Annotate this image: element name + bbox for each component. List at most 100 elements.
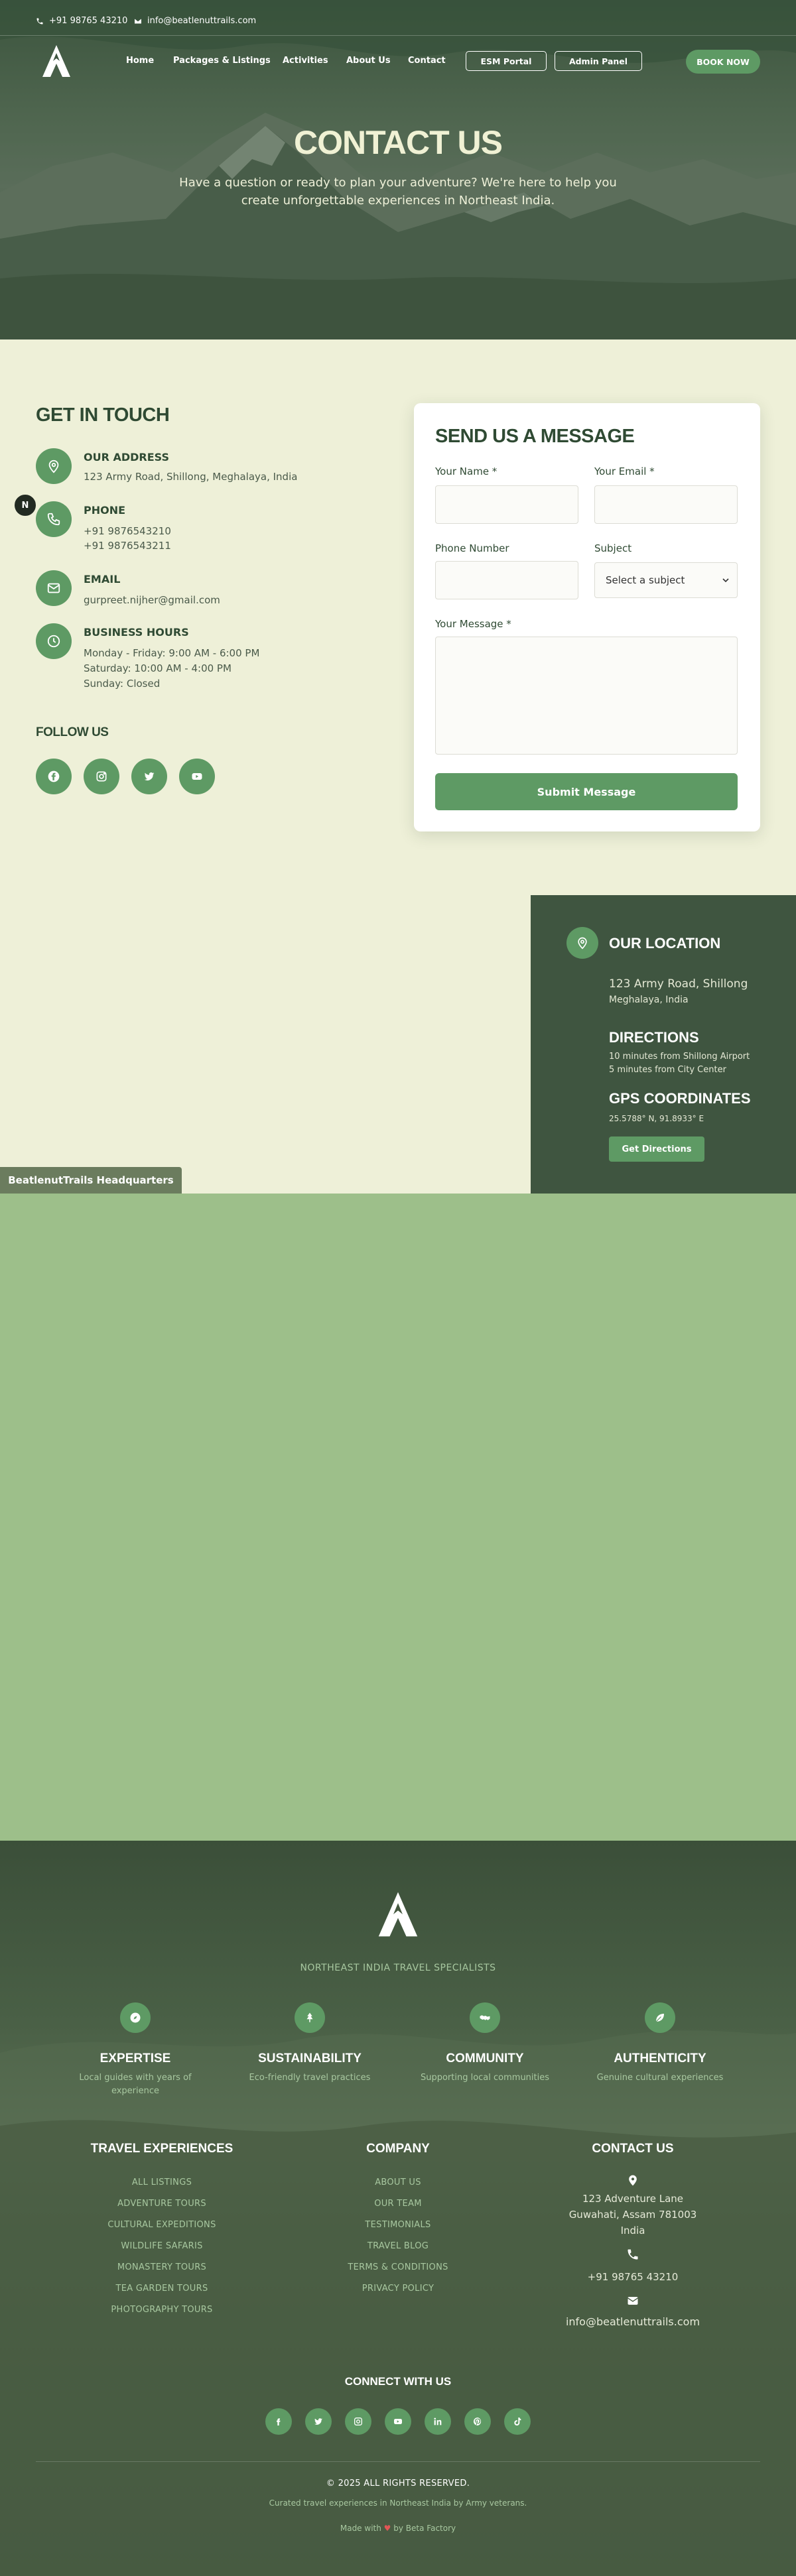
directions-airport: 10 minutes from Shillong Airport (609, 1052, 750, 1062)
send-message-title: SEND US A MESSAGE (435, 426, 635, 447)
gps-coordinates: 25.5788° N, 91.8933° E (609, 1114, 704, 1123)
esm-portal-button[interactable]: ESM Portal (466, 51, 547, 71)
youtube-icon (192, 773, 202, 780)
nav-link-about[interactable]: About Us (346, 56, 391, 66)
footer-link-tea-garden-tours[interactable]: TEA GARDEN TOURS (49, 2284, 275, 2294)
footer-instagram-button[interactable] (345, 2408, 371, 2435)
facebook-button[interactable] (36, 759, 72, 794)
envelope-icon (135, 19, 141, 23)
feature-title-sustainability: SUSTAINABILITY (258, 2052, 362, 2065)
page-title: CONTACT US (293, 124, 503, 161)
email-icon-circle (36, 570, 72, 606)
footer-link-monastery-tours[interactable]: MONASTERY TOURS (49, 2262, 275, 2272)
footer-link-photography-tours[interactable]: PHOTOGRAPHY TOURS (49, 2305, 275, 2315)
nav-link-activities[interactable]: Activities (283, 56, 328, 66)
floating-n-badge[interactable]: N (13, 493, 37, 517)
leaf-icon (655, 2014, 664, 2022)
copyright-text: © 2025 ALL RIGHTS RESERVED. (326, 2479, 470, 2488)
subject-select[interactable]: Select a subject (594, 562, 738, 598)
admin-panel-button[interactable]: Admin Panel (555, 51, 642, 71)
footer-link-cultural-expeditions[interactable]: CULTURAL EXPEDITIONS (49, 2220, 275, 2230)
location-address-1: 123 Army Road, Shillong (609, 977, 748, 991)
linkedin-icon (434, 2418, 442, 2425)
brand-logo[interactable] (41, 44, 72, 78)
feature-desc-expertise: Local guides with years of experience (79, 2073, 192, 2096)
feature-desc-authenticity: Genuine cultural experiences (596, 2073, 724, 2083)
footer-link-our-team[interactable]: OUR TEAM (285, 2199, 511, 2209)
name-input[interactable] (435, 485, 578, 524)
submit-message-button[interactable]: Submit Message (435, 773, 738, 810)
footer-brand-logo[interactable] (377, 1890, 419, 1939)
name-label: Your Name * (435, 465, 498, 477)
message-textarea[interactable] (435, 637, 738, 755)
footer-linkedin-button[interactable] (425, 2408, 451, 2435)
community-icon-circle (470, 2002, 500, 2033)
topbar-phone[interactable]: +91 98765 43210 (36, 16, 127, 26)
footer-link-testimonials[interactable]: TESTIMONIALS (285, 2220, 511, 2230)
footer-facebook-button[interactable] (265, 2408, 292, 2435)
facebook-icon (48, 770, 60, 782)
footer-pinterest-button[interactable] (464, 2408, 491, 2435)
nav-link-packages[interactable]: Packages & Listings (173, 56, 271, 66)
twitter-icon (314, 2418, 322, 2425)
email-input[interactable] (594, 485, 738, 524)
authenticity-icon-circle (645, 2002, 675, 2033)
map-placeholder[interactable] (0, 1194, 796, 1841)
hours-sunday: Sunday: Closed (84, 678, 161, 690)
envelope-icon (47, 583, 60, 593)
instagram-icon (96, 771, 107, 782)
footer-tiktok-button[interactable] (504, 2408, 531, 2435)
footer-address-line-2: Guwahati, Assam 781003 (568, 2209, 697, 2221)
footer-link-privacy[interactable]: PRIVACY POLICY (285, 2284, 511, 2294)
footer-link-about-us[interactable]: ABOUT US (285, 2177, 511, 2187)
curated-text: Curated travel experiences in Northeast … (269, 2498, 527, 2508)
phone-number-label: Phone Number (435, 542, 509, 554)
phone-number-1[interactable]: +91 9876543210 (84, 525, 171, 537)
hours-icon-circle (36, 623, 72, 659)
tree-icon (306, 2012, 313, 2022)
made-prefix: Made with (340, 2524, 381, 2533)
made-suffix[interactable]: by Beta Factory (393, 2524, 456, 2533)
footer-address-line-1: 123 Adventure Lane (582, 2193, 684, 2205)
hero-subtitle: Have a question or ready to plan your ad… (179, 176, 617, 208)
footer-email[interactable]: info@beatlenuttrails.com (520, 2314, 746, 2330)
youtube-icon (394, 2419, 402, 2424)
directions-city: 5 minutes from City Center (609, 1065, 726, 1075)
follow-us-title: FOLLOW US (36, 725, 109, 739)
footer-twitter-button[interactable] (305, 2408, 332, 2435)
feature-desc-sustainability: Eco-friendly travel practices (249, 2073, 371, 2083)
footer-link-adventure-tours[interactable]: ADVENTURE TOURS (49, 2199, 275, 2209)
youtube-button[interactable] (179, 759, 215, 794)
footer-phone[interactable]: +91 98765 43210 (520, 2269, 746, 2285)
hours-title: BUSINESS HOURS (84, 626, 189, 639)
instagram-icon (354, 2418, 362, 2425)
message-label: Your Message * (435, 618, 511, 630)
get-directions-button[interactable]: Get Directions (609, 1136, 704, 1162)
gps-title: GPS COORDINATES (609, 1090, 751, 1107)
phone-number-2[interactable]: +91 9876543211 (84, 540, 171, 552)
connect-with-us-title: CONNECT WITH US (344, 2375, 452, 2388)
topbar-email[interactable]: info@beatlenuttrails.com (134, 16, 256, 26)
footer-link-all-listings[interactable]: ALL LISTINGS (49, 2177, 275, 2187)
twitter-button[interactable] (131, 759, 167, 794)
compass-icon (130, 2012, 141, 2023)
hours-saturday: Saturday: 10:00 AM - 4:00 PM (84, 662, 232, 674)
nav-link-contact[interactable]: Contact (408, 56, 446, 66)
twitter-icon (144, 772, 155, 781)
nav-link-home[interactable]: Home (126, 56, 154, 66)
instagram-button[interactable] (84, 759, 119, 794)
phone-title: PHONE (84, 504, 126, 517)
phone-number-input[interactable] (435, 561, 578, 599)
email-label: Your Email * (594, 465, 655, 477)
book-now-button[interactable]: BOOK NOW (686, 50, 760, 74)
footer-youtube-button[interactable] (385, 2408, 411, 2435)
subject-label: Subject (594, 542, 632, 554)
pinterest-icon (473, 2417, 482, 2426)
email-text[interactable]: gurpreet.nijher@gmail.com (84, 594, 220, 606)
clock-icon (47, 635, 60, 648)
footer-link-travel-blog[interactable]: TRAVEL BLOG (285, 2241, 511, 2251)
our-location-title: OUR LOCATION (609, 935, 721, 951)
subject-selected-value: Select a subject (606, 574, 685, 586)
footer-link-wildlife-safaris[interactable]: WILDLIFE SAFARIS (49, 2241, 275, 2251)
footer-link-terms[interactable]: TERMS & CONDITIONS (285, 2262, 511, 2272)
